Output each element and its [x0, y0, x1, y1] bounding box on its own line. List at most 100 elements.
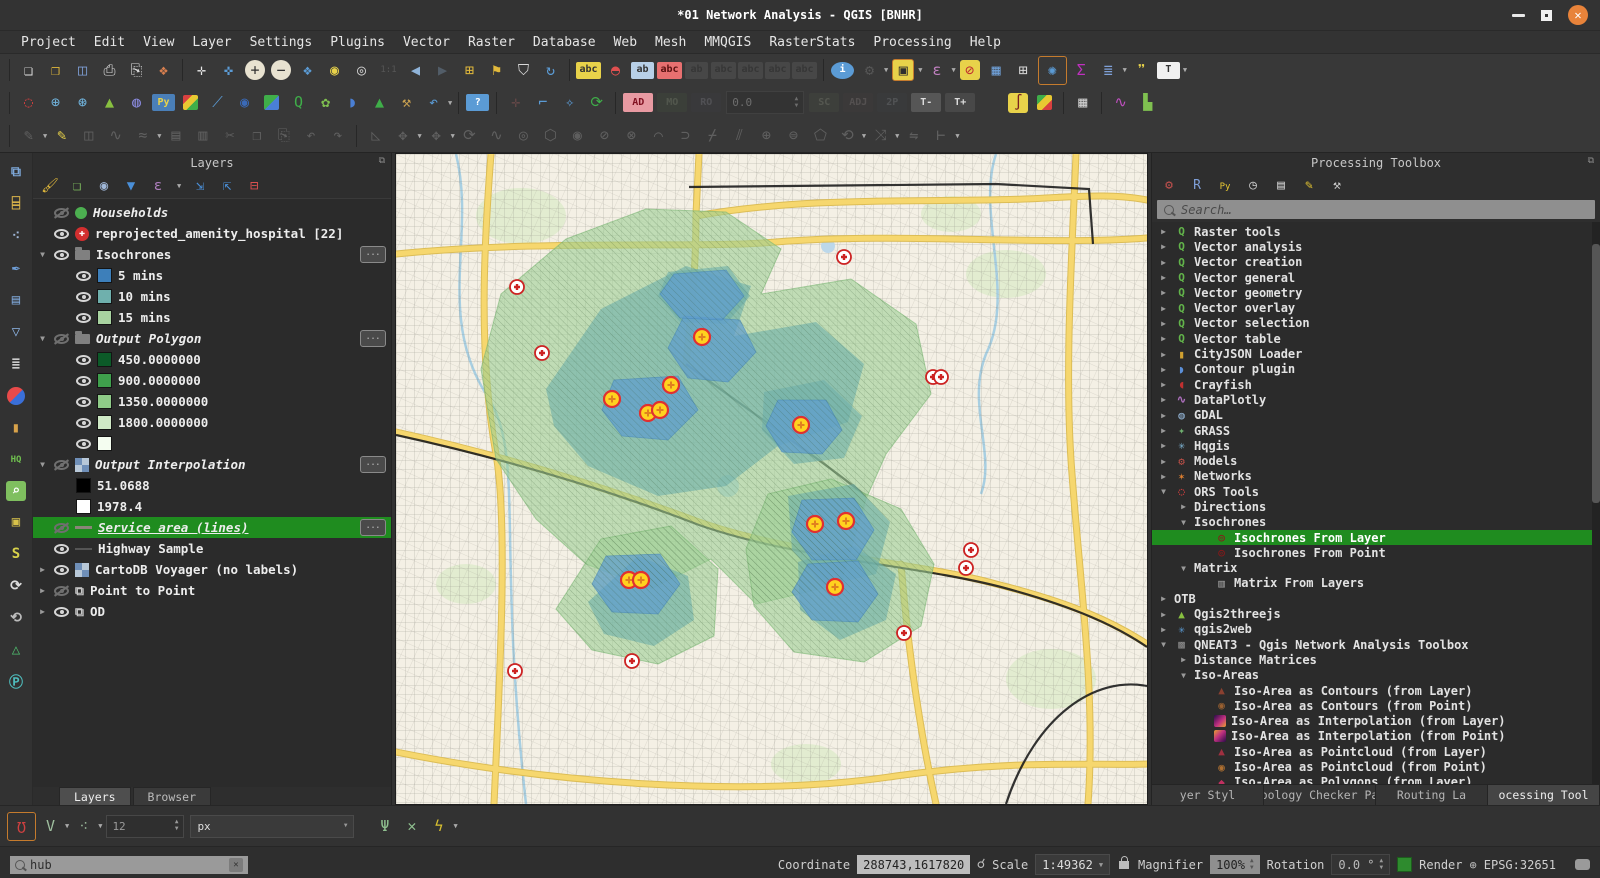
scrollbar-thumb[interactable] — [1592, 244, 1600, 503]
menu-processing[interactable]: Processing — [864, 35, 960, 50]
layer-row[interactable]: 900.0000000 — [33, 370, 391, 391]
expand-arrow-icon[interactable]: ▶ — [1158, 365, 1169, 374]
bottom-tab[interactable]: yer Styl — [1152, 785, 1264, 805]
measure-button[interactable]: ≣ — [1096, 58, 1121, 83]
toolbox-item[interactable]: ▶∿DataPlotly — [1152, 392, 1600, 407]
toggle-editing-button[interactable]: ✎ — [49, 123, 74, 148]
bnhr-logo-button[interactable] — [5, 385, 27, 407]
sld4raster-button[interactable] — [1032, 90, 1057, 115]
osm-place-search-button[interactable]: ◍ — [124, 90, 149, 115]
toolbox-item[interactable]: Iso-Area as Interpolation (from Point) — [1152, 729, 1600, 744]
toolbox-item[interactable]: ◎Isochrones From Layer — [1152, 530, 1600, 545]
toolbox-item[interactable]: ▶▲Qgis2threejs — [1152, 606, 1600, 621]
zoom-in-button[interactable]: + — [245, 60, 265, 80]
cad-advanced-button[interactable]: AD — [623, 93, 653, 112]
rotate-point-symbols-dropdown-icon[interactable]: ▼ — [862, 132, 866, 140]
expand-arrow-icon[interactable]: ▶ — [1158, 273, 1169, 282]
panel-tab-layers[interactable]: Layers — [59, 787, 131, 805]
toolbox-item[interactable]: ▲Iso-Area as Contours (from Layer) — [1152, 683, 1600, 698]
expand-arrow-icon[interactable]: ▶ — [1158, 594, 1169, 603]
add-delimited-text-button[interactable]: ⁖ — [5, 225, 27, 247]
visibility-on-icon[interactable] — [76, 313, 91, 323]
close-button[interactable]: ✕ — [1568, 5, 1588, 25]
profile-tool-button[interactable]: ⟋ — [205, 90, 230, 115]
toolbox-item[interactable]: ▶✦GRASS — [1152, 423, 1600, 438]
toolbox-item[interactable]: ▶Directions — [1152, 499, 1600, 514]
layer-row[interactable]: Households — [33, 202, 391, 223]
crayfish-tool-button[interactable] — [259, 90, 284, 115]
expand-arrow-icon[interactable]: ▼ — [1178, 564, 1189, 573]
snapping-type-button[interactable]: ⁖ — [71, 814, 96, 839]
map-canvas[interactable] — [396, 154, 1147, 804]
models-menu-button[interactable]: ⚙ — [1160, 178, 1178, 193]
menu-help[interactable]: Help — [961, 35, 1010, 50]
toolbox-item[interactable]: ▼Iso-Areas — [1152, 668, 1600, 683]
field-calculator-button[interactable]: ⊞ — [1011, 58, 1036, 83]
expand-arrow-icon[interactable]: ▶ — [1158, 457, 1169, 466]
expand-all-button[interactable]: ⇲ — [191, 178, 209, 194]
new-print-layout-button[interactable]: ⎙ — [97, 58, 122, 83]
r-provider-button[interactable]: R — [1188, 178, 1206, 193]
layer-row[interactable]: ▶CartoDB Voyager (no labels) — [33, 559, 391, 580]
minimize-button[interactable] — [1512, 14, 1525, 17]
menu-settings[interactable]: Settings — [241, 35, 322, 50]
trim-extend-dropdown-icon[interactable]: ▼ — [955, 132, 959, 140]
toolbox-dock-icon[interactable]: ⧉ — [1588, 156, 1594, 166]
visibility-on-icon[interactable] — [54, 250, 69, 260]
layer-row[interactable]: Service area (lines)··· — [33, 517, 391, 538]
toolbox-item[interactable]: ▶✶Networks — [1152, 469, 1600, 484]
expand-arrow-icon[interactable]: ▶ — [1158, 258, 1169, 267]
deselect-all-button[interactable]: ⊘ — [960, 60, 980, 80]
raster-palette-button[interactable] — [178, 90, 203, 115]
locator-input[interactable]: hub ✕ — [10, 856, 248, 874]
layer-row[interactable]: ▶⧉OD — [33, 601, 391, 622]
locator-clear-icon[interactable]: ✕ — [229, 858, 243, 872]
copy-move-feature-dropdown-icon[interactable]: ▼ — [451, 132, 455, 140]
hqgis-dock-button[interactable]: HQ — [5, 449, 27, 471]
toolbox-item[interactable]: ▶▮CityJSON Loader — [1152, 346, 1600, 361]
layer-row[interactable]: ▶⧉Point to Point — [33, 580, 391, 601]
toolbox-item[interactable]: ▶Distance Matrices — [1152, 652, 1600, 667]
memory-layer-badge-icon[interactable]: ··· — [360, 330, 386, 347]
expand-arrow-icon[interactable]: ▶ — [1158, 395, 1169, 404]
refresh-attributes-button[interactable]: ⟳ — [584, 90, 609, 115]
bnhr-plugin-button[interactable]: ∫ — [1008, 93, 1028, 113]
open-attribute-table-button[interactable]: ▦ — [984, 58, 1009, 83]
menu-mesh[interactable]: Mesh — [646, 35, 695, 50]
pan-map-button[interactable]: ✛ — [189, 58, 214, 83]
menu-plugins[interactable]: Plugins — [321, 35, 394, 50]
bottom-tab[interactable]: ocessing Tool — [1488, 785, 1600, 805]
visibility-on-icon[interactable] — [76, 376, 91, 386]
visibility-off-icon[interactable] — [54, 334, 69, 344]
layer-row[interactable]: 10 mins — [33, 286, 391, 307]
toolbox-item[interactable]: ▼▩QNEAT3 - Qgis Network Analysis Toolbox — [1152, 637, 1600, 652]
edit-features-option-button[interactable]: ✎ — [1300, 178, 1318, 193]
data-plotly-curve-button[interactable]: ∿ — [1108, 90, 1133, 115]
qgis2threejs-button[interactable]: ▲ — [97, 90, 122, 115]
python-provider-button[interactable]: Py — [1216, 178, 1234, 193]
expand-arrow-icon[interactable]: ▶ — [1158, 334, 1169, 343]
toolbox-item[interactable]: ▶QVector analysis — [1152, 239, 1600, 254]
layer-row[interactable] — [33, 433, 391, 454]
history-button[interactable]: ◷ — [1244, 178, 1262, 193]
expand-arrow-icon[interactable]: ▶ — [1158, 319, 1169, 328]
stream-digitize-dropdown-icon[interactable]: ▼ — [157, 132, 161, 140]
gdrive-dock-button[interactable]: △ — [5, 639, 27, 661]
refresh-dock-button[interactable]: ⟳ — [5, 575, 27, 597]
text-annotation-dropdown-icon[interactable]: ▼ — [1183, 66, 1187, 74]
open-layer-styling-button[interactable]: 🖌 — [41, 178, 59, 194]
toolbox-item[interactable]: Iso-Area as Interpolation (from Layer) — [1152, 714, 1600, 729]
layer-row[interactable]: ▼Output Polygon··· — [33, 328, 391, 349]
pan-to-selection-button[interactable]: ✜ — [216, 58, 241, 83]
snapping-tolerance-spinbox[interactable]: 12▲▼ — [106, 815, 184, 838]
rotation-spinbox[interactable]: 0.0 ° ▲▼ — [1331, 854, 1390, 875]
add-table-button[interactable]: ▦ — [1070, 90, 1095, 115]
toolbox-item[interactable]: ▶⚙Models — [1152, 453, 1600, 468]
zoom-last-button[interactable]: ◀ — [403, 58, 428, 83]
expand-arrow-icon[interactable]: ▶ — [1158, 304, 1169, 313]
help-contents-button[interactable]: ? — [465, 90, 490, 115]
open-project-button[interactable]: ❐ — [43, 58, 68, 83]
expand-arrow-icon[interactable]: ▼ — [1158, 487, 1169, 496]
toolbox-item[interactable]: ◉Iso-Area as Pointcloud (from Point) — [1152, 759, 1600, 774]
bottom-tab[interactable]: pology Checker Pa — [1264, 785, 1376, 805]
